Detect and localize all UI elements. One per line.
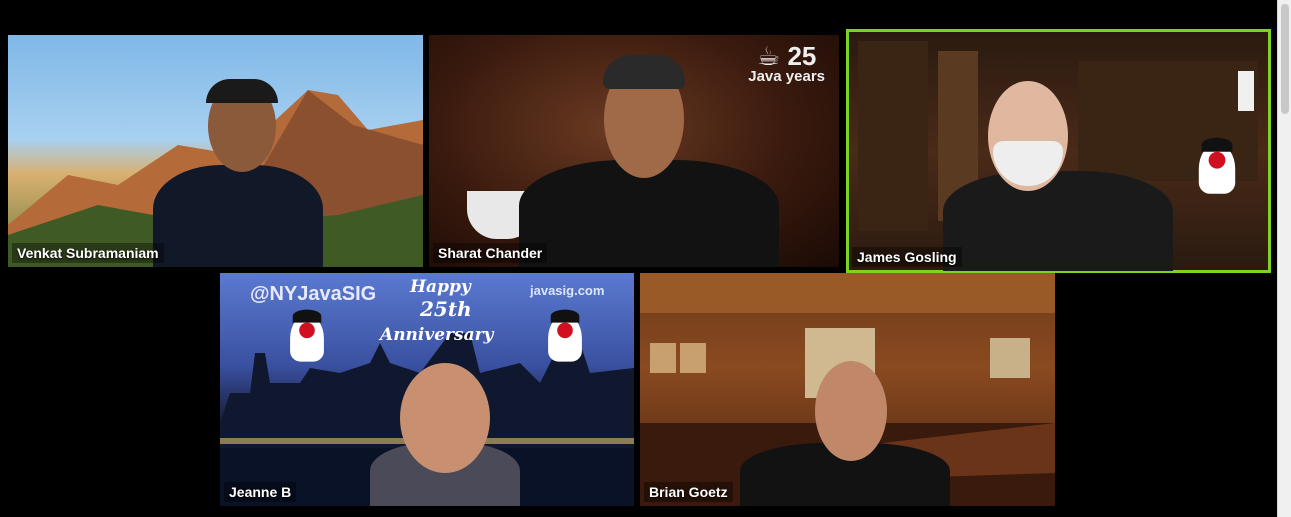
participant-name: Venkat Subramaniam <box>12 243 164 263</box>
happy-text: Happy <box>410 277 471 297</box>
anniversary-text: Anniversary <box>380 325 494 345</box>
participant-name: Jeanne B <box>224 482 297 502</box>
video-tile-venkat[interactable]: Venkat Subramaniam <box>8 35 423 267</box>
twentyfifth-text: 25th <box>420 297 472 321</box>
video-tile-brian[interactable]: Brian Goetz <box>640 273 1055 506</box>
video-tile-sharat[interactable]: ☕ 25 Java years Sharat Chander <box>429 35 839 267</box>
scrollbar-thumb[interactable] <box>1281 4 1289 114</box>
duke-mascot-icon <box>1193 132 1241 194</box>
javasig-site-text: javasig.com <box>530 283 605 298</box>
nyjavasig-handle: @NYJavaSIG <box>250 283 377 305</box>
scrollbar[interactable] <box>1277 0 1291 517</box>
participant-name: Sharat Chander <box>433 243 548 263</box>
duke-mascot-left-icon <box>285 304 329 362</box>
participant-name: Brian Goetz <box>644 482 733 502</box>
video-tile-james-active-speaker[interactable]: James Gosling <box>846 29 1271 273</box>
duke-mascot-right-icon <box>543 304 587 362</box>
java-25-years-logo: ☕ 25 Java years <box>748 41 825 85</box>
participant-name: James Gosling <box>852 247 962 267</box>
video-tile-jeanne[interactable]: @NYJavaSIG Happy 25th Anniversary javasi… <box>220 273 634 506</box>
